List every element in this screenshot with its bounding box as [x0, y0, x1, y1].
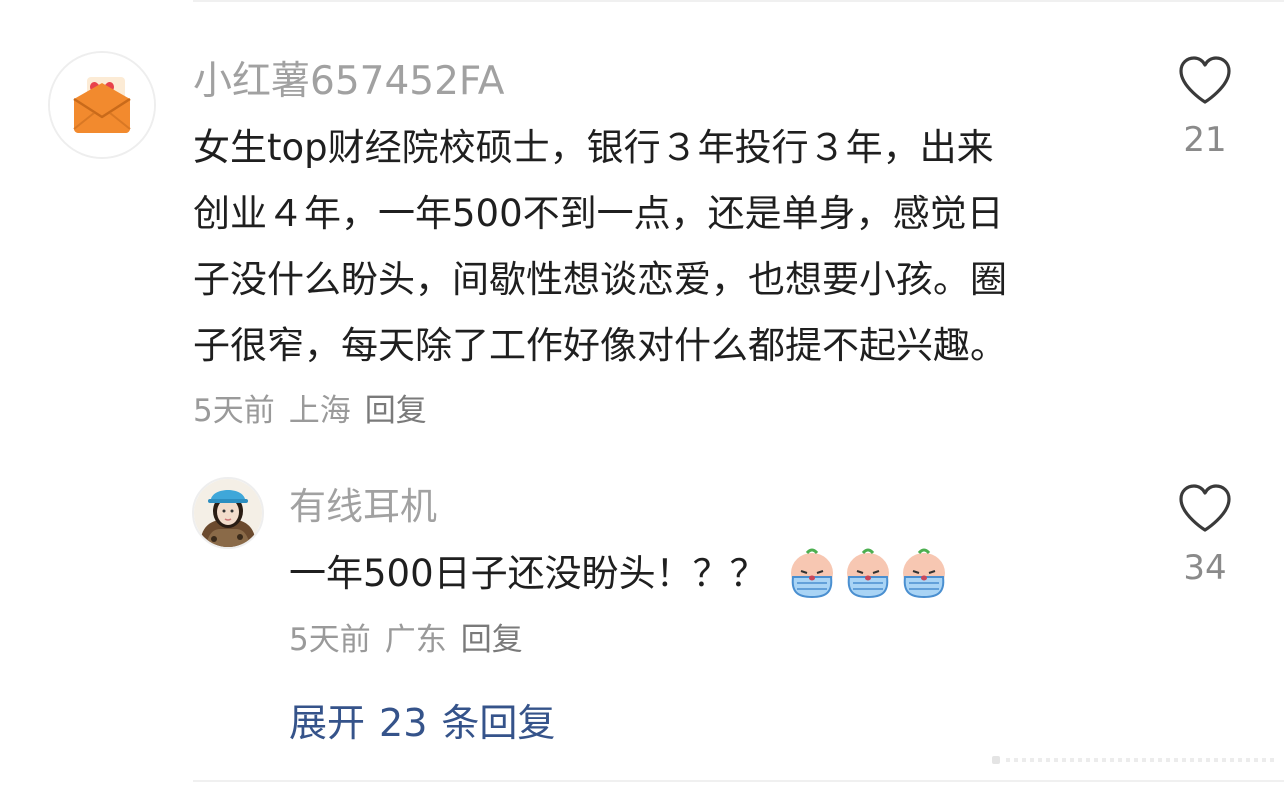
crying-face-emoji: [846, 548, 889, 599]
envelope-heart-icon: [50, 53, 154, 157]
username[interactable]: 小红薯657452FA: [193, 58, 504, 106]
expand-count: 23: [379, 701, 428, 745]
heart-icon: [1179, 56, 1231, 104]
reply-avatar[interactable]: [192, 477, 264, 549]
reply-text: 一年500日子还没盼头！？？: [289, 546, 951, 602]
avatar[interactable]: [48, 51, 156, 159]
reply-like-count: 34: [1183, 548, 1227, 588]
comment-line: 女生top财经院校硕士，银行３年投行３年，出来: [193, 126, 994, 169]
comment-line: 子没什么盼头，间歇性想谈恋爱，也想要小孩。圈: [193, 258, 1007, 301]
emoji-group: [785, 547, 951, 601]
comment-text: 女生top财经院校硕士，银行３年投行３年，出来 创业４年，一年500不到一点，还…: [193, 115, 1113, 379]
reply-meta: 5天前 广东 回复: [289, 620, 523, 660]
user-photo-avatar: [194, 479, 262, 547]
comment-line: 子很窄，每天除了工作好像对什么都提不起兴趣。: [193, 324, 1007, 367]
crying-face-emoji: [790, 548, 833, 599]
crying-face-emoji: [902, 548, 945, 599]
comment-location: 上海: [288, 393, 351, 429]
comment-meta: 5天前 上海 回复: [193, 391, 427, 431]
comment-line: 创业４年，一年500不到一点，还是单身，感觉日: [193, 192, 1004, 235]
reply-reply-button[interactable]: 回复: [461, 620, 523, 660]
reply-time: 5天前: [289, 622, 371, 658]
expand-replies-button[interactable]: 展开 23 条回复: [289, 699, 555, 747]
like-count: 21: [1183, 120, 1227, 160]
expand-suffix: 条回复: [441, 701, 556, 745]
reply-location: 广东: [384, 622, 447, 658]
heart-icon: [1179, 484, 1231, 532]
like-button[interactable]: 21: [1170, 54, 1240, 160]
top-divider: [193, 0, 1284, 2]
expand-prefix: 展开: [289, 701, 366, 745]
comment-time: 5天前: [193, 393, 275, 429]
reply-username[interactable]: 有线耳机: [289, 484, 437, 530]
scroll-indicator: [992, 756, 1276, 764]
reply-like-button[interactable]: 34: [1170, 482, 1240, 588]
reply-button[interactable]: 回复: [365, 391, 427, 431]
reply-text-content: 一年500日子还没盼头！？？: [289, 552, 767, 595]
bottom-divider: [193, 780, 1284, 782]
